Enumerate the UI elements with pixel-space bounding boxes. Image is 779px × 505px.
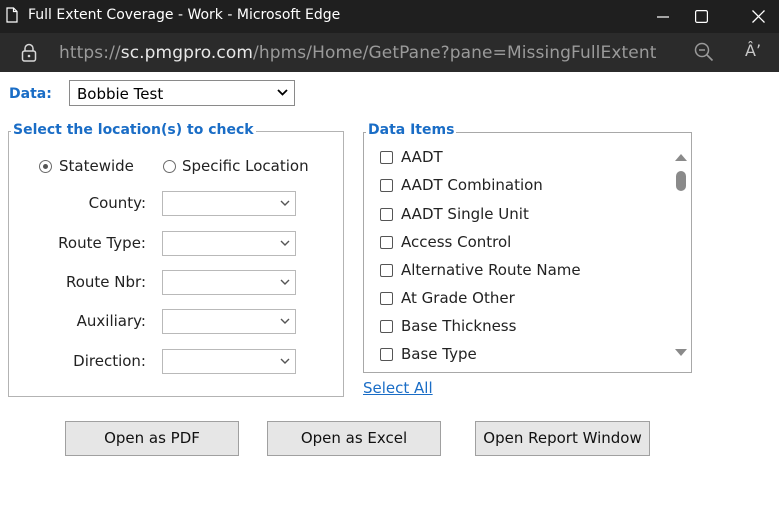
checkbox[interactable] (380, 236, 393, 249)
route-nbr-label: Route Nbr: (65, 273, 146, 291)
url-path: /hpms/Home/GetPane?pane=MissingFullExten… (253, 43, 657, 63)
county-row: County: (9, 194, 146, 214)
data-select-value: Bobbie Test (77, 85, 164, 103)
location-legend: Select the location(s) to check (11, 122, 256, 138)
statewide-label[interactable]: Statewide (59, 157, 134, 175)
checkbox[interactable] (380, 348, 393, 361)
route-nbr-select[interactable] (162, 270, 296, 295)
chevron-down-icon (280, 240, 290, 246)
checkbox[interactable] (380, 179, 393, 192)
zoom-icon[interactable] (694, 42, 714, 62)
route-type-label: Route Type: (58, 234, 146, 252)
specific-location-label[interactable]: Specific Location (182, 157, 309, 175)
checkbox[interactable] (380, 264, 393, 277)
read-aloud-icon[interactable]: Â’ (745, 41, 761, 60)
auxiliary-label: Auxiliary: (76, 312, 146, 330)
data-items-legend: Data Items (366, 122, 457, 138)
route-type-row: Route Type: (9, 234, 146, 254)
direction-select[interactable] (162, 349, 296, 374)
county-label: County: (88, 194, 146, 212)
scrollbar-thumb[interactable] (676, 171, 686, 191)
title-bar: Full Extent Coverage - Work - Microsoft … (0, 0, 779, 33)
specific-location-radio[interactable] (163, 160, 176, 173)
chevron-down-icon (280, 358, 290, 364)
chevron-down-icon (277, 89, 288, 96)
document-icon (6, 7, 18, 23)
window-title: Full Extent Coverage - Work - Microsoft … (28, 7, 341, 23)
chevron-down-icon (280, 318, 290, 324)
url-protocol: https:// (59, 43, 121, 63)
chevron-down-icon (280, 200, 290, 206)
checkbox[interactable] (380, 292, 393, 305)
auxiliary-select[interactable] (162, 309, 296, 334)
address-bar: https://sc.pmgpro.com/hpms/Home/GetPane?… (0, 33, 779, 72)
url-host: sc.pmgpro.com (120, 43, 254, 63)
minimize-icon (657, 15, 669, 18)
location-fieldset: Select the location(s) to check Statewid… (8, 122, 344, 397)
page-content: Data: Bobbie Test Select the location(s)… (0, 72, 779, 505)
scroll-down-icon[interactable] (675, 349, 687, 357)
data-items-list[interactable]: AADT AADT Combination AADT Single Unit A… (363, 132, 692, 373)
scroll-up-icon[interactable] (675, 153, 687, 161)
url-text[interactable]: https://sc.pmgpro.com/hpms/Home/GetPane?… (59, 43, 656, 63)
checkbox[interactable] (380, 320, 393, 333)
checkbox[interactable] (380, 151, 393, 164)
open-excel-button[interactable]: Open as Excel (267, 421, 441, 456)
select-all-link[interactable]: Select All (363, 379, 433, 397)
route-nbr-row: Route Nbr: (9, 273, 146, 293)
maximize-button[interactable] (678, 0, 724, 33)
lock-icon[interactable] (21, 43, 37, 62)
close-icon (751, 10, 765, 23)
maximize-icon (694, 10, 708, 23)
checkbox[interactable] (380, 208, 393, 221)
open-report-window-button[interactable]: Open Report Window (475, 421, 650, 456)
county-select[interactable] (162, 191, 296, 216)
direction-row: Direction: (9, 352, 146, 372)
route-type-select[interactable] (162, 231, 296, 256)
open-pdf-button[interactable]: Open as PDF (65, 421, 239, 456)
statewide-radio[interactable] (39, 160, 52, 173)
data-label: Data: (9, 86, 52, 102)
close-button[interactable] (735, 0, 779, 33)
auxiliary-row: Auxiliary: (9, 312, 146, 332)
direction-label: Direction: (73, 352, 146, 370)
data-select[interactable]: Bobbie Test (69, 80, 295, 106)
chevron-down-icon (280, 279, 290, 285)
